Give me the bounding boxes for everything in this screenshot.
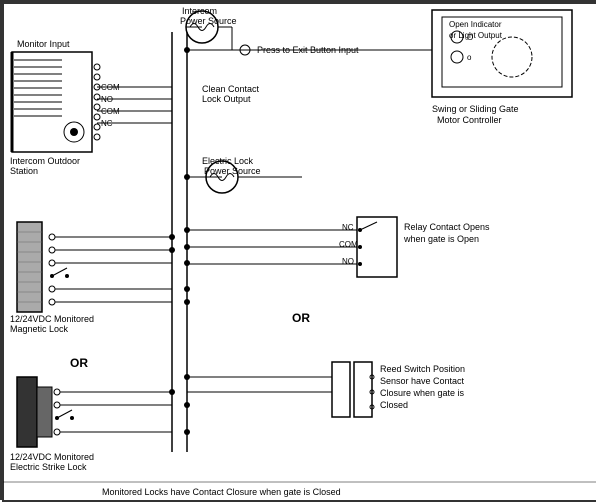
svg-text:when gate is Open: when gate is Open (403, 234, 479, 244)
svg-text:Intercom: Intercom (182, 6, 217, 16)
svg-text:Sensor have Contact: Sensor have Contact (380, 376, 465, 386)
svg-text:Closure when gate is: Closure when gate is (380, 388, 465, 398)
svg-text:COM: COM (339, 240, 358, 249)
svg-text:Magnetic Lock: Magnetic Lock (10, 324, 69, 334)
svg-text:Open Indicator: Open Indicator (449, 20, 502, 29)
svg-text:o: o (467, 53, 472, 62)
diagram-container: Monitor Input COM NO COM NC Intercom Out… (0, 0, 596, 500)
svg-text:Electric Lock: Electric Lock (202, 156, 254, 166)
svg-text:OR: OR (70, 356, 88, 370)
svg-text:Monitored Locks have Contact C: Monitored Locks have Contact Closure whe… (102, 487, 341, 497)
svg-text:Clean Contact: Clean Contact (202, 84, 260, 94)
svg-text:Power Source: Power Source (180, 16, 237, 26)
svg-text:12/24VDC Monitored: 12/24VDC Monitored (10, 452, 94, 462)
svg-text:Station: Station (10, 166, 38, 176)
svg-text:Electric Strike Lock: Electric Strike Lock (10, 462, 87, 472)
svg-text:Closed: Closed (380, 400, 408, 410)
svg-text:Reed Switch Position: Reed Switch Position (380, 364, 465, 374)
svg-text:NC: NC (342, 223, 354, 232)
svg-text:Lock Output: Lock Output (202, 94, 251, 104)
svg-text:Power Source: Power Source (204, 166, 261, 176)
svg-text:Relay Contact Opens: Relay Contact Opens (404, 222, 490, 232)
svg-text:or Light Output: or Light Output (449, 31, 503, 40)
svg-text:Monitor Input: Monitor Input (17, 39, 70, 49)
svg-text:OR: OR (292, 311, 310, 325)
svg-text:Intercom Outdoor: Intercom Outdoor (10, 156, 80, 166)
svg-text:Swing or Sliding Gate: Swing or Sliding Gate (432, 104, 519, 114)
svg-text:NO: NO (342, 257, 354, 266)
svg-text:Motor Controller: Motor Controller (437, 115, 502, 125)
svg-text:12/24VDC Monitored: 12/24VDC Monitored (10, 314, 94, 324)
